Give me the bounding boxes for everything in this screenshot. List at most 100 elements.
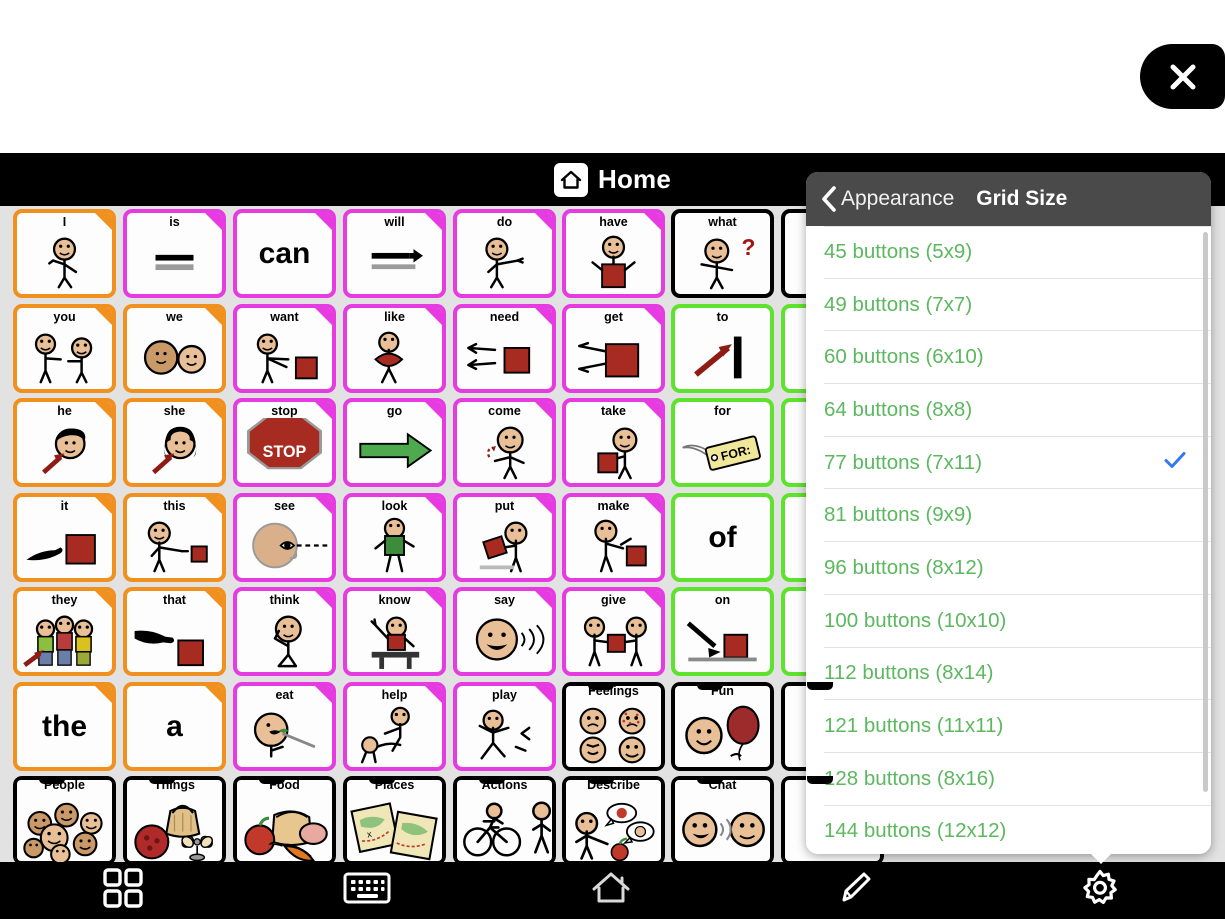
- grid-size-option[interactable]: 121 buttons (11x11): [824, 700, 1211, 753]
- grid-button-food[interactable]: Food: [233, 776, 336, 865]
- grid-button-stop[interactable]: stop STOP: [233, 398, 336, 487]
- grid-button-describe[interactable]: Describe: [562, 776, 665, 865]
- folder-tab: [479, 776, 505, 784]
- grid-button-he[interactable]: he: [13, 398, 116, 487]
- grid-size-option[interactable]: 60 buttons (6x10): [824, 331, 1211, 385]
- grid-button-help[interactable]: help: [343, 682, 446, 771]
- grid-button-want[interactable]: want: [233, 304, 336, 393]
- grid-size-option-list[interactable]: 45 buttons (5x9) 49 buttons (7x7) 60 butto…: [806, 226, 1211, 854]
- grid-button-need[interactable]: need: [453, 304, 556, 393]
- grid-button-for[interactable]: for FOR:: [671, 398, 774, 487]
- chevron-left-icon[interactable]: [818, 184, 840, 214]
- popover-tail: [1088, 851, 1114, 864]
- close-button[interactable]: [1140, 44, 1225, 109]
- grid-button-art: [566, 324, 661, 389]
- grid-button-know[interactable]: know: [343, 587, 446, 676]
- grid-button-we[interactable]: we: [123, 304, 226, 393]
- grid-button-go[interactable]: go: [343, 398, 446, 487]
- grid-button-look[interactable]: look: [343, 493, 446, 582]
- grid-button-you[interactable]: you: [13, 304, 116, 393]
- grid-size-option[interactable]: 144 buttons (12x12): [824, 806, 1211, 854]
- grid-button-it[interactable]: it: [13, 493, 116, 582]
- grid-button-of[interactable]: of: [671, 493, 774, 582]
- grid-button-can[interactable]: can: [233, 209, 336, 298]
- grid-size-option[interactable]: 112 buttons (8x14): [824, 648, 1211, 701]
- keyboard-button[interactable]: [322, 862, 412, 919]
- grid-button-label: give: [600, 593, 626, 607]
- grid-button-that[interactable]: that: [123, 587, 226, 676]
- grid-button-think[interactable]: think: [233, 587, 336, 676]
- corner-fold: [205, 686, 222, 703]
- grid-button-chat[interactable]: Chat: [671, 776, 774, 865]
- grid-button-art: STOP: [237, 414, 332, 483]
- grid-button-label: know: [378, 593, 411, 607]
- home-button[interactable]: [566, 862, 656, 919]
- corner-fold: [535, 213, 552, 230]
- grid-size-option[interactable]: 128 buttons (8x16): [824, 753, 1211, 806]
- grid-button-make[interactable]: make: [562, 493, 665, 582]
- edit-button[interactable]: [811, 862, 901, 919]
- grid-button-on[interactable]: on: [671, 587, 774, 676]
- grid-size-option[interactable]: 64 buttons (8x8): [824, 384, 1211, 437]
- grid-button-label: is: [169, 215, 180, 229]
- grid-button-label: have: [599, 215, 628, 229]
- folder-tab: [697, 776, 723, 784]
- grid-button-get[interactable]: get: [562, 304, 665, 393]
- grid-size-option[interactable]: 100 buttons (10x10): [824, 595, 1211, 648]
- grid-button-give[interactable]: give: [562, 587, 665, 676]
- settings-button[interactable]: [1055, 862, 1145, 919]
- grid-button-to[interactable]: to: [671, 304, 774, 393]
- grid-button-say[interactable]: say: [453, 587, 556, 676]
- popover-scrollbar[interactable]: [1203, 232, 1208, 792]
- corner-fold: [315, 308, 332, 325]
- popover-header: Appearance Grid Size: [806, 172, 1211, 226]
- grid-button-art: [237, 607, 332, 672]
- grid-button-they[interactable]: they: [13, 587, 116, 676]
- grid-button-the[interactable]: the: [13, 682, 116, 771]
- grid-button-fun[interactable]: Fun: [671, 682, 774, 771]
- corner-fold: [425, 402, 442, 419]
- folder-tab: [807, 682, 833, 690]
- grid-size-option[interactable]: 96 buttons (8x12): [824, 542, 1211, 595]
- grid-button-eat[interactable]: eat: [233, 682, 336, 771]
- grid-button-do[interactable]: do: [453, 209, 556, 298]
- grid-button-a[interactable]: a: [123, 682, 226, 771]
- grid-button-people[interactable]: People: [13, 776, 116, 865]
- grid-size-option[interactable]: 49 buttons (7x7): [824, 279, 1211, 332]
- grid-button-come[interactable]: come: [453, 398, 556, 487]
- grid-size-option[interactable]: 45 buttons (5x9): [824, 226, 1211, 279]
- corner-fold: [644, 591, 661, 608]
- folder-tab: [149, 776, 175, 784]
- grid-button-like[interactable]: like: [343, 304, 446, 393]
- grid-button-label: to: [716, 310, 729, 324]
- grid-button-take[interactable]: take: [562, 398, 665, 487]
- grid-button-art: [123, 792, 226, 865]
- grid-button-she[interactable]: she: [123, 398, 226, 487]
- corner-fold: [205, 591, 222, 608]
- grid-button-this[interactable]: this: [123, 493, 226, 582]
- grid-button-actions[interactable]: Actions: [453, 776, 556, 865]
- svg-text:?: ?: [742, 234, 756, 260]
- corner-fold: [644, 213, 661, 230]
- grid-button-put[interactable]: put: [453, 493, 556, 582]
- grid-button-feelings[interactable]: Feelings: [562, 682, 665, 771]
- folder-tab: [807, 776, 833, 784]
- grid-button-places[interactable]: Places x: [343, 776, 446, 865]
- grid-view-button[interactable]: [78, 862, 168, 919]
- grid-button-things[interactable]: Things: [123, 776, 226, 865]
- grid-size-option[interactable]: 77 buttons (7x11): [824, 437, 1211, 490]
- grid-button-see[interactable]: see: [233, 493, 336, 582]
- grid-button-is[interactable]: is: [123, 209, 226, 298]
- corner-fold: [535, 591, 552, 608]
- grid-button-will[interactable]: will: [343, 209, 446, 298]
- back-button-label[interactable]: Appearance: [841, 187, 954, 211]
- grid-size-option-label: 49 buttons (7x7): [824, 292, 973, 316]
- corner-fold: [535, 497, 552, 514]
- grid-button-art: [237, 702, 332, 767]
- grid-button-play[interactable]: play: [453, 682, 556, 771]
- grid-button-have[interactable]: have: [562, 209, 665, 298]
- grid-button-i[interactable]: I: [13, 209, 116, 298]
- grid-size-option[interactable]: 81 buttons (9x9): [824, 489, 1211, 543]
- grid-button-what[interactable]: what?: [671, 209, 774, 298]
- grid-button-art: [566, 229, 661, 294]
